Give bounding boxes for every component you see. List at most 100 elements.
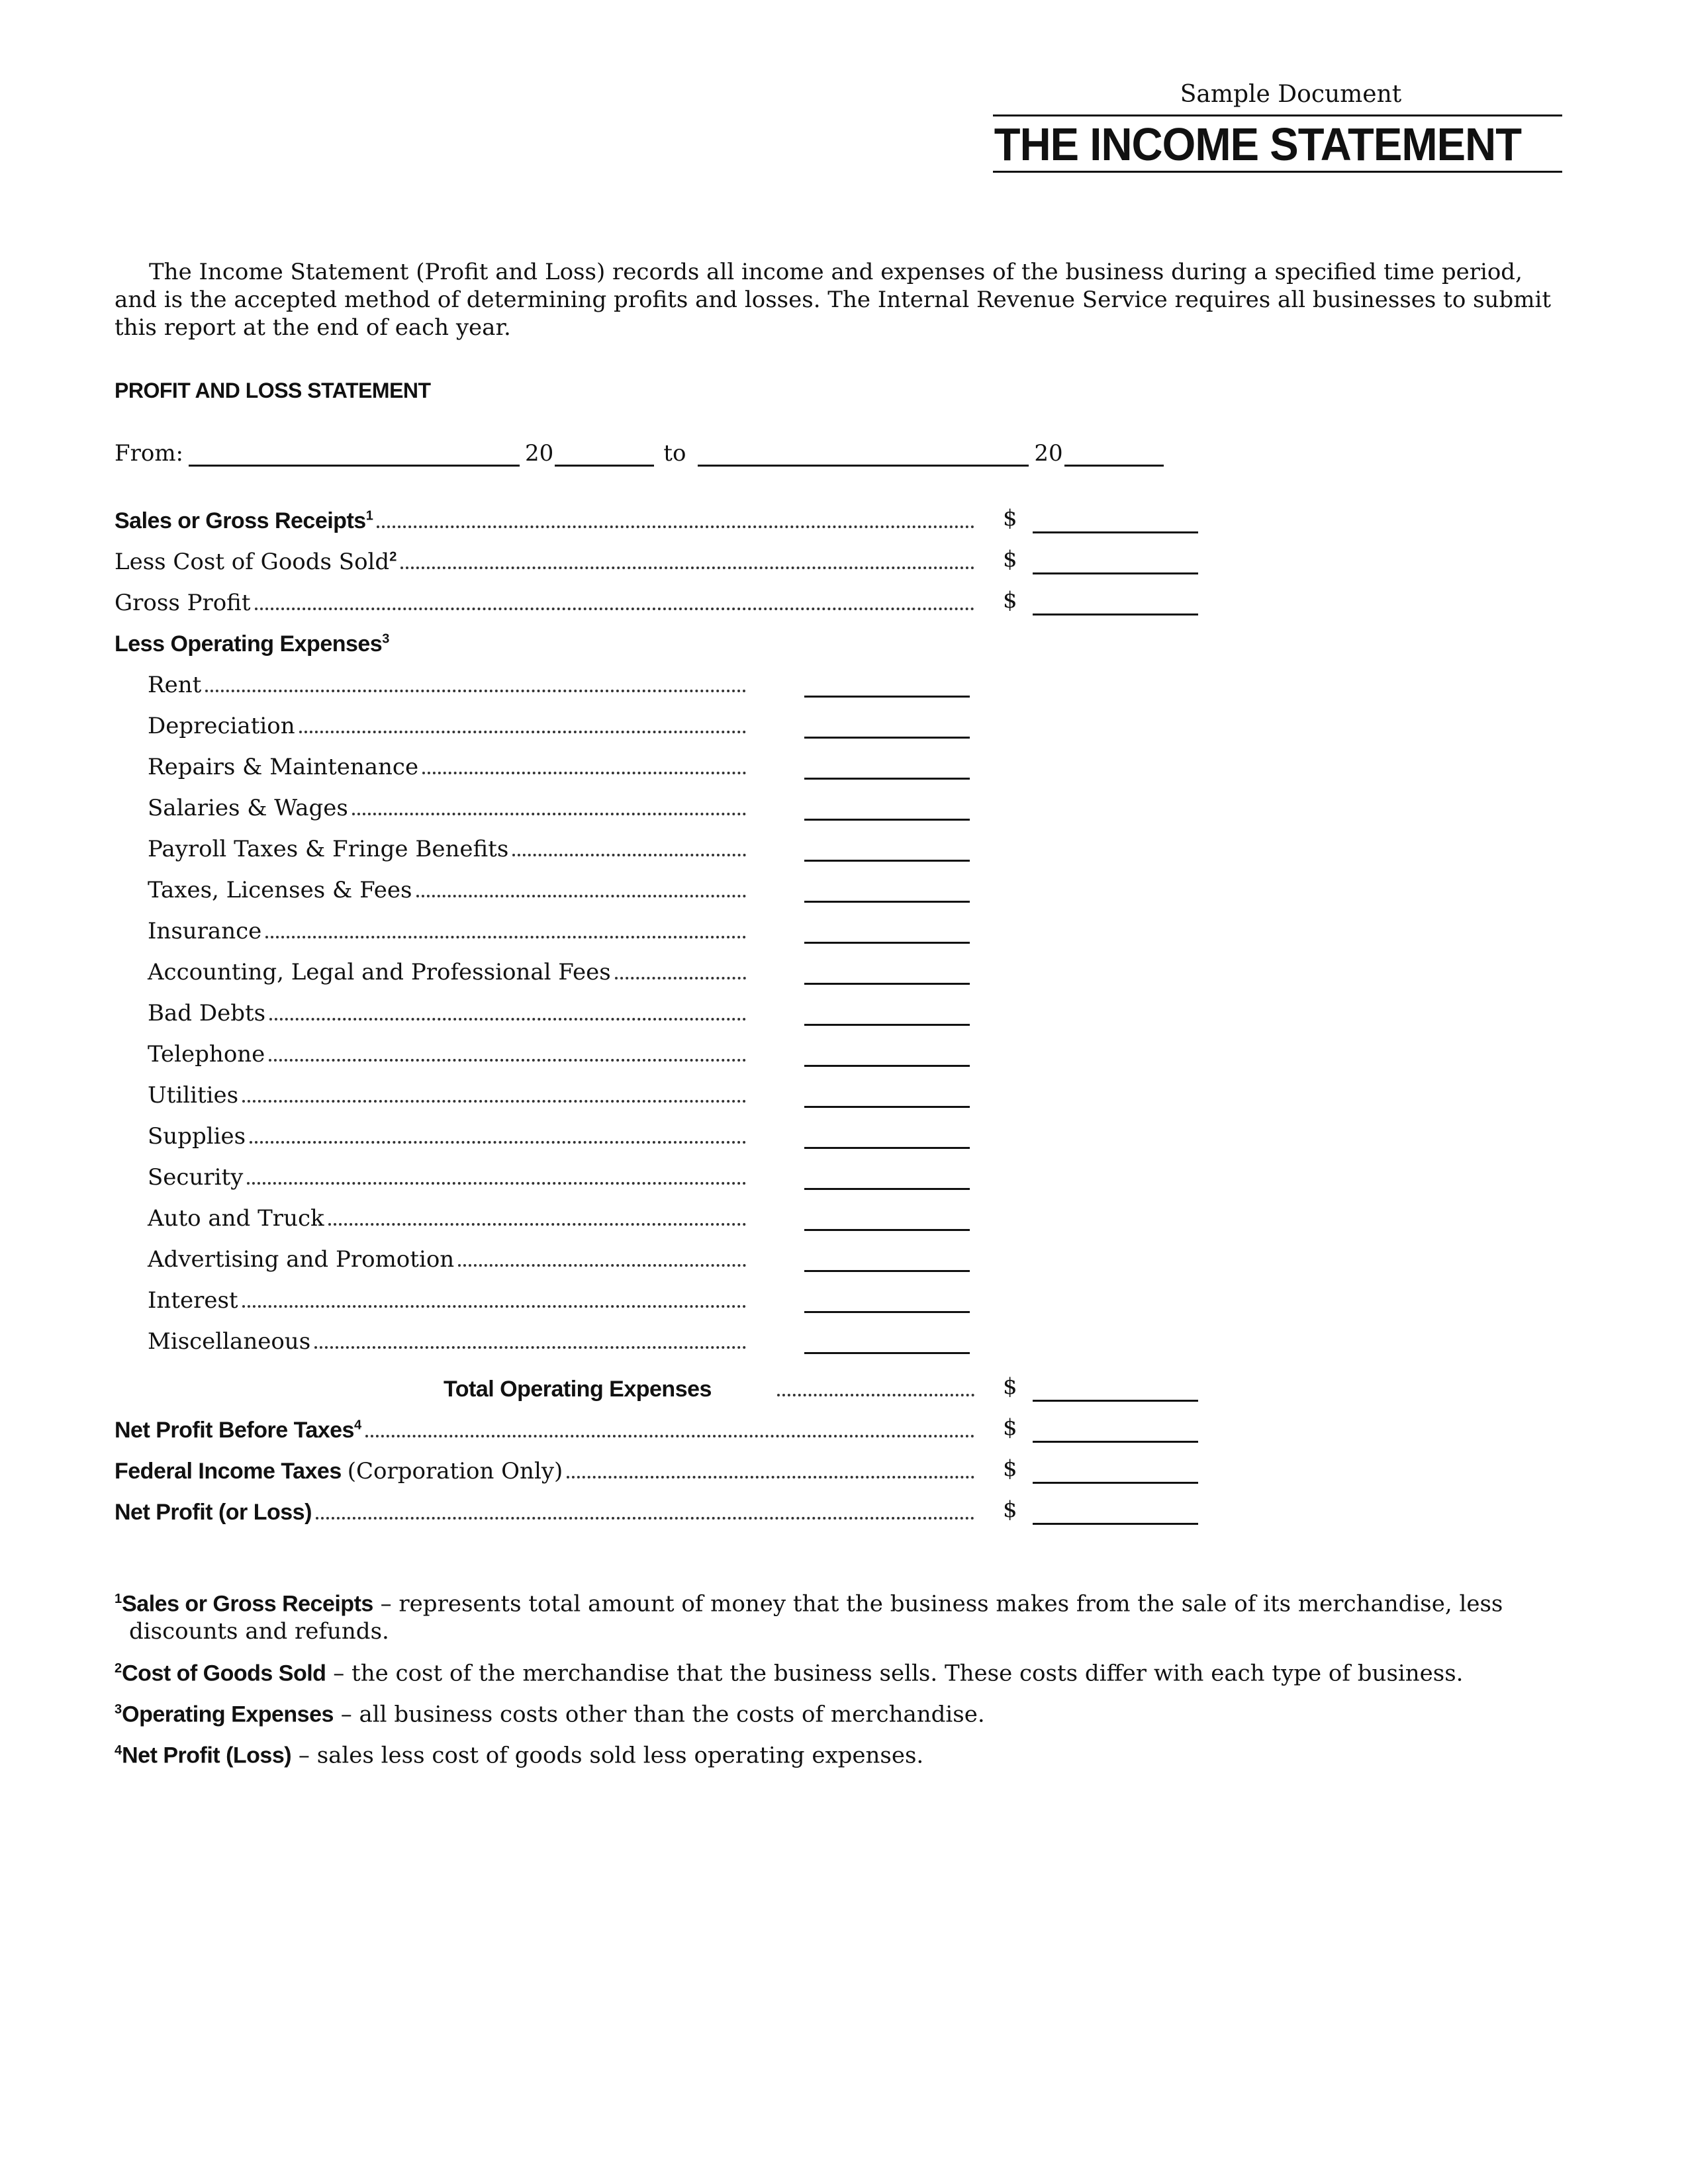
- gross-profit-amount-field[interactable]: [1033, 594, 1198, 615]
- total-opex-amount-field[interactable]: [1033, 1381, 1198, 1402]
- expense-amount-field[interactable]: [804, 717, 970, 739]
- cogs-row: Less Cost of Goods Sold2: [115, 546, 978, 575]
- expense-row: Accounting, Legal and Professional Fees: [148, 956, 750, 985]
- dot-leader: [205, 689, 746, 692]
- sales-amount-field[interactable]: [1033, 512, 1198, 533]
- expense-row: Bad Debts: [148, 997, 750, 1026]
- dollar-sign: $: [1003, 1373, 1017, 1400]
- expense-amount-field[interactable]: [804, 799, 970, 821]
- expense-label: Utilities: [148, 1082, 239, 1109]
- sales-label: Sales or Gross Receipts1: [115, 508, 373, 533]
- header-rule-bottom: [993, 171, 1562, 173]
- expense-amount-field[interactable]: [804, 1005, 970, 1026]
- federal-tax-amount-field[interactable]: [1033, 1463, 1198, 1484]
- footnote-number: 1: [115, 1592, 122, 1606]
- footnote-term: Net Profit (Loss): [122, 1743, 292, 1768]
- to-year-field[interactable]: [1064, 443, 1164, 467]
- footnote-term: Sales or Gross Receipts: [122, 1591, 373, 1617]
- expense-row: Telephone: [148, 1038, 750, 1068]
- date-range-row: From: 20 to 20: [115, 440, 1169, 467]
- expense-amount-field[interactable]: [804, 1210, 970, 1231]
- expense-amount-field[interactable]: [804, 1087, 970, 1108]
- footnote-3: 3Operating Expenses – all business costs…: [115, 1696, 1571, 1728]
- footnote-marker: 4: [353, 1418, 361, 1433]
- expense-label: Auto and Truck: [148, 1205, 324, 1232]
- to-label: to: [663, 440, 686, 467]
- expense-label: Repairs & Maintenance: [148, 754, 419, 780]
- expense-label: Miscellaneous: [148, 1328, 311, 1355]
- expense-amount-field[interactable]: [804, 676, 970, 698]
- expense-label: Interest: [148, 1287, 238, 1314]
- expense-label: Salaries & Wages: [148, 795, 348, 821]
- expense-label: Supplies: [148, 1123, 246, 1150]
- total-opex-label: Total Operating Expenses: [444, 1377, 712, 1402]
- expense-amount-field[interactable]: [804, 1169, 970, 1190]
- footnote-number: 4: [115, 1743, 122, 1758]
- expense-label: Bad Debts: [148, 1000, 266, 1026]
- dot-leader: [314, 1345, 746, 1349]
- expense-amount-field[interactable]: [804, 1333, 970, 1354]
- dot-leader: [328, 1222, 746, 1226]
- expense-amount-field[interactable]: [804, 1251, 970, 1272]
- expense-amount-field[interactable]: [804, 923, 970, 944]
- expense-amount-field[interactable]: [804, 758, 970, 780]
- dot-leader: [567, 1475, 974, 1479]
- net-before-taxes-label: Net Profit Before Taxes4: [115, 1418, 361, 1443]
- dollar-sign: $: [1003, 1496, 1017, 1523]
- dot-leader: [352, 812, 746, 815]
- expense-amount-field[interactable]: [804, 841, 970, 862]
- expense-amount-field[interactable]: [804, 1046, 970, 1067]
- expense-label: Rent: [148, 672, 202, 698]
- year-prefix-from: 20: [525, 440, 554, 467]
- dot-leader: [614, 976, 746, 979]
- total-opex-leader-row: [773, 1373, 978, 1402]
- footnote-number: 2: [115, 1661, 122, 1676]
- net-before-taxes-amount-field[interactable]: [1033, 1422, 1198, 1443]
- section-heading: PROFIT AND LOSS STATEMENT: [115, 379, 431, 402]
- footnote-text-continued: discounts and refunds.: [129, 1618, 389, 1645]
- to-date-field[interactable]: [698, 443, 1029, 467]
- expense-row: Depreciation: [148, 710, 750, 739]
- header-rule-top: [993, 114, 1562, 116]
- gross-profit-label: Gross Profit: [115, 590, 251, 616]
- footnote-text: – sales less cost of goods sold less ope…: [291, 1742, 924, 1769]
- federal-tax-label: Federal Income Taxes (Corporation Only): [115, 1458, 563, 1484]
- expense-row: Miscellaneous: [148, 1326, 750, 1355]
- cogs-label: Less Cost of Goods Sold2: [115, 549, 397, 575]
- from-date-field[interactable]: [189, 443, 520, 467]
- expense-amount-field[interactable]: [804, 1128, 970, 1149]
- dot-leader: [400, 566, 974, 569]
- footnote-number: 3: [115, 1702, 122, 1717]
- dollar-sign: $: [1003, 1455, 1017, 1482]
- expense-amount-field[interactable]: [804, 1292, 970, 1313]
- expense-amount-field[interactable]: [804, 964, 970, 985]
- document-subtitle: Sample Document: [1180, 81, 1402, 108]
- dot-leader: [416, 894, 746, 897]
- expense-label: Telephone: [148, 1041, 265, 1068]
- cogs-amount-field[interactable]: [1033, 553, 1198, 574]
- dot-leader: [269, 1017, 746, 1021]
- dot-leader: [315, 1516, 974, 1520]
- sales-row: Sales or Gross Receipts1: [115, 505, 978, 534]
- gross-profit-row: Gross Profit: [115, 587, 978, 616]
- dot-leader: [365, 1434, 974, 1437]
- expense-amount-field[interactable]: [804, 882, 970, 903]
- from-year-field[interactable]: [555, 443, 655, 467]
- expense-label: Taxes, Licenses & Fees: [148, 877, 412, 903]
- dot-leader: [777, 1393, 974, 1396]
- footnote-marker: 2: [389, 549, 397, 565]
- federal-tax-qualifier: (Corporation Only): [347, 1458, 563, 1484]
- expense-row: Rent: [148, 669, 750, 698]
- net-profit-row: Net Profit (or Loss): [115, 1496, 978, 1525]
- dot-leader: [247, 1181, 746, 1185]
- footnote-marker: 1: [365, 508, 373, 523]
- net-profit-label: Net Profit (or Loss): [115, 1500, 312, 1525]
- expense-row: Supplies: [148, 1120, 750, 1150]
- dot-leader: [242, 1304, 746, 1308]
- expense-label: Accounting, Legal and Professional Fees: [148, 959, 611, 985]
- dot-leader: [422, 771, 746, 774]
- net-profit-amount-field[interactable]: [1033, 1504, 1198, 1525]
- expense-row: Utilities: [148, 1079, 750, 1109]
- footnote-1: 1Sales or Gross Receipts – represents to…: [115, 1585, 1571, 1645]
- expense-row: Security: [148, 1161, 750, 1191]
